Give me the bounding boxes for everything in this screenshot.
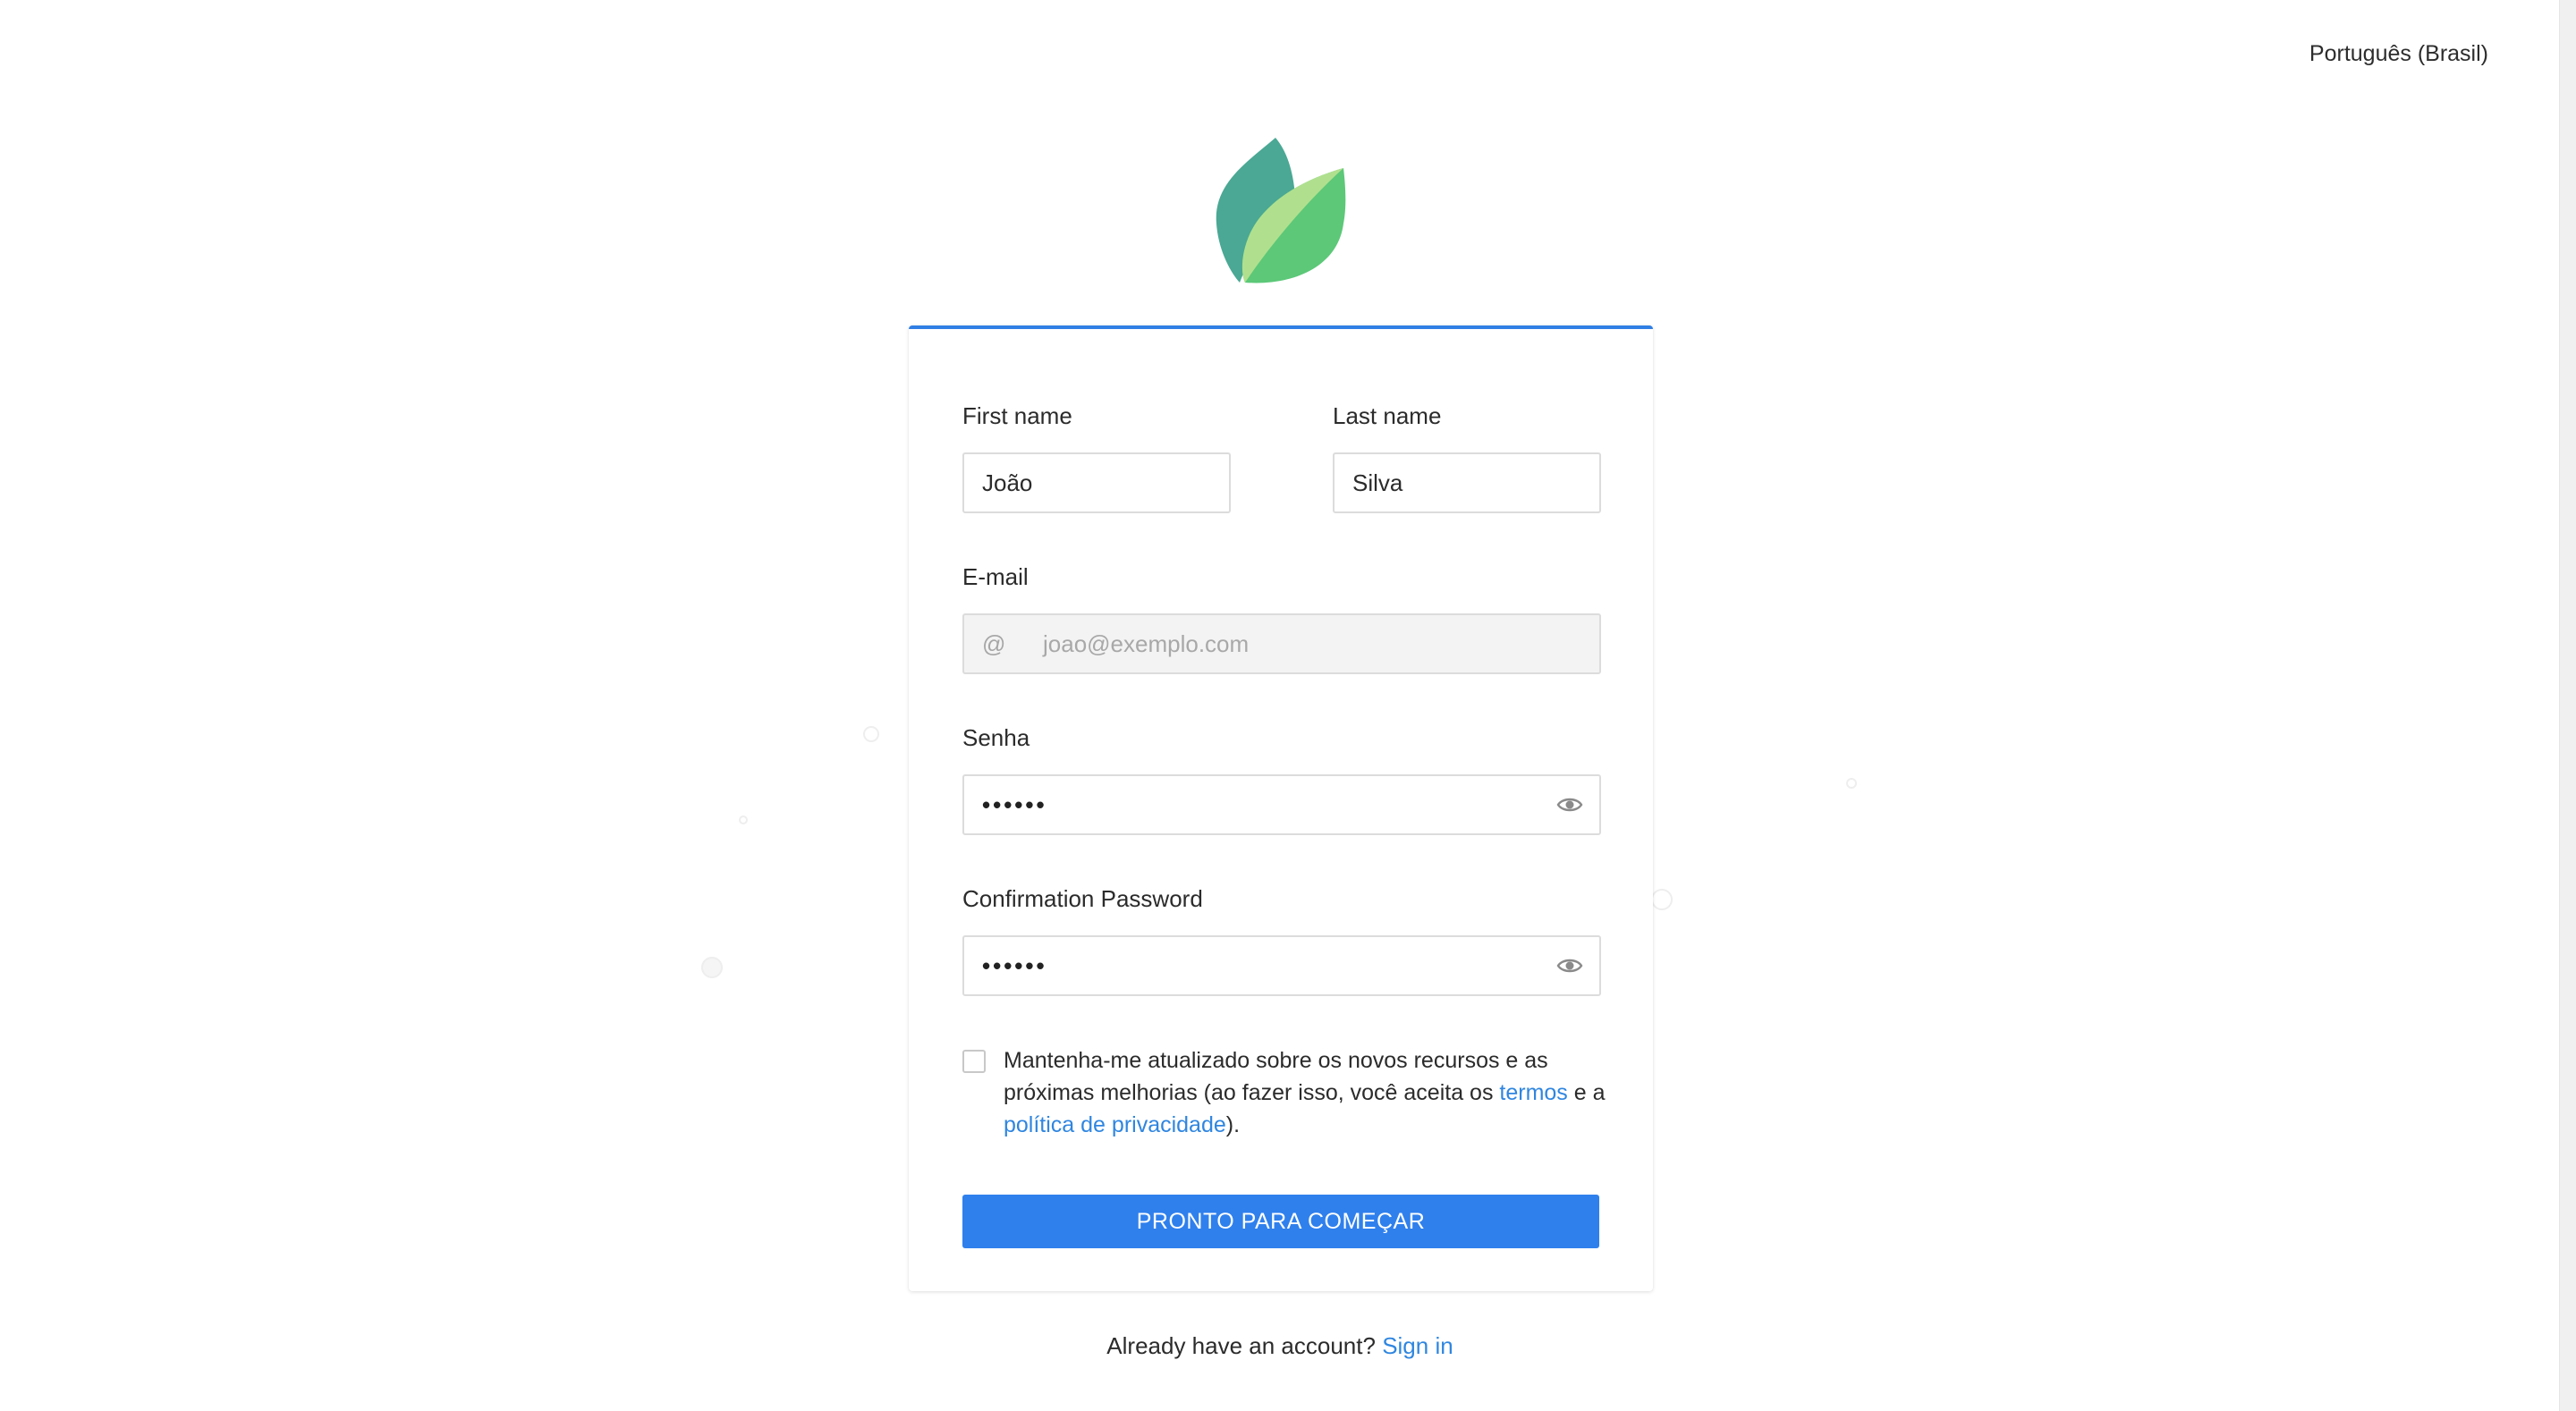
password-label: Senha [962,724,1030,751]
consent-text-after: ). [1225,1112,1241,1137]
terms-link[interactable]: termos [1499,1080,1567,1105]
first-name-field[interactable]: João [962,452,1231,513]
submit-button[interactable]: PRONTO PARA COMEÇAR [962,1195,1599,1248]
first-name-value: João [982,469,1033,496]
decorative-bubble [739,815,748,824]
confirm-password-masked-value: •••••• [982,951,1047,979]
privacy-policy-link[interactable]: política de privacidade [1004,1112,1226,1137]
newsletter-checkbox[interactable] [962,1050,986,1073]
decorative-bubble [1846,778,1857,789]
decorative-bubble [701,957,723,978]
signin-link[interactable]: Sign in [1382,1332,1453,1359]
confirm-password-field[interactable]: •••••• [962,935,1601,996]
consent-text: Mantenha-me atualizado sobre os novos re… [1004,1044,1621,1141]
at-sign-icon: @ [982,629,1006,657]
email-placeholder: joao@exemplo.com [1043,629,1250,657]
signup-card: First name João Last name Silva E-mail @… [909,325,1653,1291]
confirm-password-label: Confirmation Password [962,885,1203,912]
last-name-value: Silva [1352,469,1403,496]
eye-icon[interactable] [1556,794,1583,815]
signin-prompt: Already have an account? Sign in [0,1332,2560,1360]
first-name-label: First name [962,402,1072,429]
email-label: E-mail [962,563,1029,590]
scrollbar[interactable] [2559,0,2576,1411]
leaf-logo-icon [1216,138,1346,283]
password-field[interactable]: •••••• [962,774,1601,835]
consent-text-before: Mantenha-me atualizado sobre os novos re… [1004,1048,1548,1105]
decorative-bubble [863,726,879,742]
last-name-field[interactable]: Silva [1333,452,1601,513]
decorative-bubble [1651,889,1673,910]
consent-text-middle: e a [1567,1080,1606,1105]
eye-icon[interactable] [1556,955,1583,976]
email-field[interactable]: @ joao@exemplo.com [962,613,1601,674]
password-masked-value: •••••• [982,790,1047,818]
language-selector[interactable]: Português (Brasil) [2309,41,2488,67]
signup-page: Português (Brasil) First name João Last … [0,0,2576,1411]
last-name-label: Last name [1333,402,1442,429]
signin-prompt-text: Already have an account? [1106,1332,1376,1359]
